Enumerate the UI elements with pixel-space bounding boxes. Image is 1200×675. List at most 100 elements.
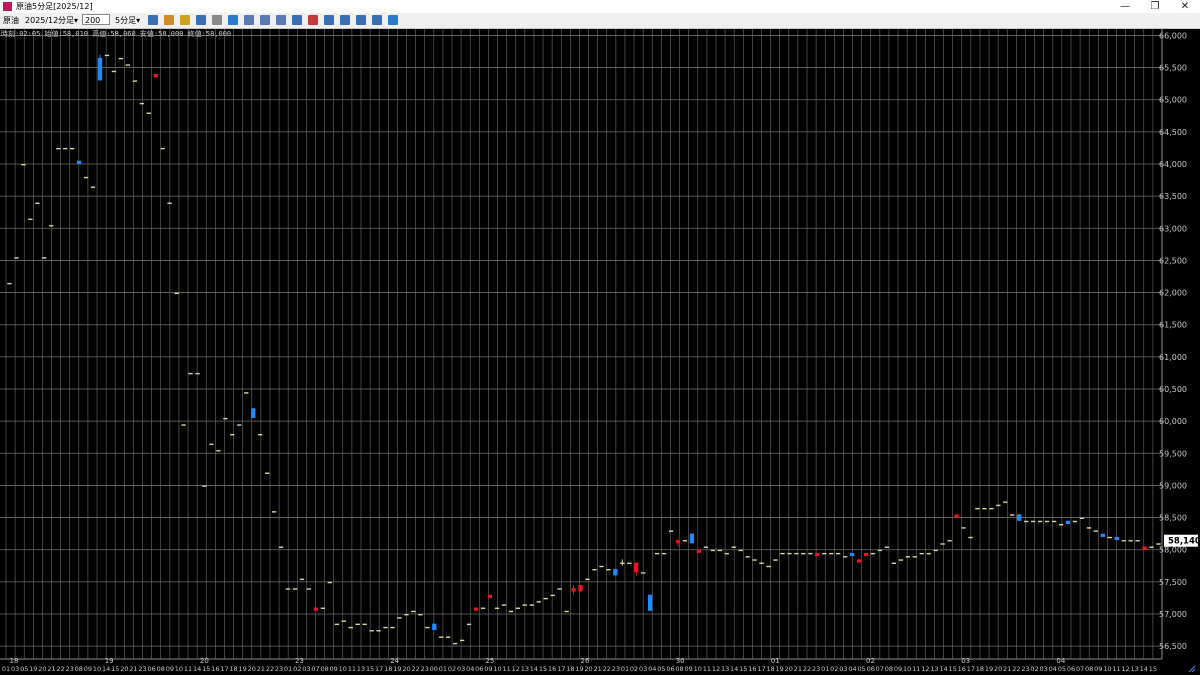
chart-area[interactable]: 66,000 65,500 65,000 64,500 64,000 63,500 63,0… (0, 29, 1200, 675)
candle-body (453, 642, 458, 645)
candle-body (884, 546, 890, 548)
candle-body (397, 617, 402, 619)
candle-body (14, 257, 19, 259)
x-tick-label: 19 (575, 665, 583, 673)
x-tick-label: 11 (1112, 665, 1120, 673)
eraser-icon[interactable] (212, 15, 222, 25)
candle-body (1010, 514, 1015, 516)
x-tick-label: 14 (530, 665, 538, 673)
x-tick-label: 18 (766, 665, 774, 673)
grid-icon[interactable] (276, 15, 286, 25)
date-label: 25 (485, 657, 494, 665)
candle-body (480, 607, 486, 609)
x-tick-label: 22 (603, 665, 611, 673)
candle-body (996, 504, 1001, 507)
date-label: 30 (676, 657, 685, 665)
x-tick-label: 23 (812, 665, 820, 673)
cursor-icon[interactable] (148, 15, 158, 25)
contract-month[interactable]: 2025/12 (25, 15, 58, 26)
candle-body (285, 588, 291, 590)
candle-body (1072, 520, 1078, 523)
candlestick-chart[interactable]: 66,000 65,500 65,000 64,500 64,000 63,500 63,0… (0, 29, 1200, 675)
candle-body (808, 552, 813, 555)
x-tick-label: 22 (1012, 665, 1020, 673)
candle-body (508, 610, 514, 613)
bar-chart-icon[interactable] (292, 15, 302, 25)
candle-body (564, 610, 569, 613)
x-tick-label: 20 (402, 665, 410, 673)
date-label: 18 (10, 657, 19, 665)
candle-body (459, 639, 465, 642)
candle-body (654, 552, 660, 555)
date-label: 23 (295, 657, 304, 665)
candle-body (264, 472, 270, 474)
x-tick-label: 09 (84, 665, 92, 673)
x-tick-label: 16 (211, 665, 219, 673)
candle-body (146, 112, 151, 114)
x-tick-label: 08 (1085, 665, 1093, 673)
x-tick-label: 11 (348, 665, 356, 673)
bar-count-input[interactable]: 200 (82, 14, 110, 25)
candle-body (97, 57, 103, 81)
date-label: 19 (105, 657, 114, 665)
restore-button[interactable]: ❐ (1140, 0, 1170, 13)
refresh-icon[interactable] (388, 15, 398, 25)
chart-4-icon[interactable] (372, 15, 382, 25)
indicator-icon[interactable] (308, 15, 318, 25)
timeframe-select[interactable]: 5分足▾ (115, 15, 140, 26)
candle-body (104, 54, 110, 57)
x-tick-label: 08 (320, 665, 328, 673)
x-tick-label: 21 (794, 665, 802, 673)
x-tick-label: 12 (921, 665, 929, 673)
candle-body (28, 218, 33, 221)
x-tick-label: 20 (785, 665, 793, 673)
candle-body (7, 282, 12, 285)
candle-body (522, 604, 527, 606)
candle-body (585, 578, 590, 581)
globe-icon[interactable] (228, 15, 238, 25)
date-label: 02 (866, 657, 875, 665)
y-tick-label: 58,000 (1159, 546, 1187, 555)
chart-3-icon[interactable] (356, 15, 366, 25)
candle-body (912, 556, 917, 558)
hand-icon[interactable] (164, 15, 174, 25)
x-tick-label: 01 (439, 665, 447, 673)
x-tick-label: 03 (302, 665, 310, 673)
x-tick-label: 19 (393, 665, 401, 673)
table-icon[interactable] (260, 15, 270, 25)
resize-grip-icon[interactable] (1187, 664, 1197, 674)
chart-1-icon[interactable] (324, 15, 334, 25)
x-tick-label: 09 (330, 665, 338, 673)
layout-icon[interactable] (244, 15, 254, 25)
candle-body (1142, 546, 1147, 550)
x-tick-label: 11 (703, 665, 711, 673)
candle-body (278, 546, 284, 548)
candle-body (815, 552, 820, 557)
close-button[interactable]: ✕ (1170, 0, 1200, 13)
x-tick-label: 15 (539, 665, 547, 673)
candle-body (891, 562, 897, 564)
line-draw-icon[interactable] (196, 15, 206, 25)
candle-body (849, 552, 855, 557)
x-tick-label: 02 (293, 665, 301, 673)
candle-body (675, 540, 681, 544)
x-tick-label: 10 (175, 665, 183, 673)
pencil-icon[interactable] (180, 15, 190, 25)
candle-body (989, 507, 994, 510)
x-tick-label: 10 (93, 665, 101, 673)
period-unit-select[interactable]: 分足▾ (58, 15, 78, 26)
candle-body (954, 514, 959, 518)
x-tick-label: 22 (803, 665, 811, 673)
candle-body (1107, 536, 1112, 539)
minimize-button[interactable]: — (1110, 0, 1140, 13)
chart-2-icon[interactable] (340, 15, 350, 25)
x-tick-label: 21 (47, 665, 55, 673)
x-tick-label: 12 (512, 665, 520, 673)
x-tick-label: 05 (1058, 665, 1066, 673)
candle-body (571, 588, 576, 592)
candle-body (306, 588, 312, 590)
x-tick-label: 21 (129, 665, 137, 673)
candle-body (334, 623, 339, 626)
x-tick-label: 16 (748, 665, 756, 673)
candle-body (829, 552, 834, 555)
